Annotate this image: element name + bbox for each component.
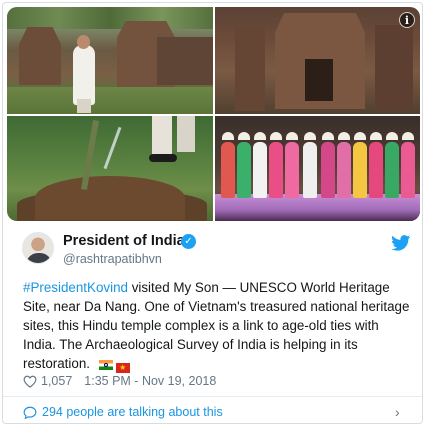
performer-hat [270, 132, 282, 140]
performer [269, 142, 283, 198]
temple-column [375, 25, 413, 111]
temple-facade-photo[interactable]: i [215, 7, 420, 114]
hashtag-link[interactable]: #PresidentKovind [23, 280, 128, 295]
performers-photo[interactable] [215, 116, 420, 221]
performer-hat [386, 132, 398, 140]
water-stream [103, 126, 122, 170]
author-handle[interactable]: @rashtrapatibhvn [63, 252, 162, 266]
verified-badge-icon: ✓ [181, 234, 196, 249]
performer-hat [304, 132, 316, 140]
tweet-card[interactable]: i President of India ✓ @rashtrapatibhvn … [2, 2, 423, 424]
performer [321, 142, 335, 198]
divider [3, 396, 422, 397]
performer-hat [402, 132, 414, 140]
avatar[interactable] [22, 232, 54, 264]
temple-ruins-photo[interactable] [7, 7, 213, 114]
performer-hat [254, 132, 266, 140]
speech-bubble-icon [23, 406, 37, 419]
person-leg [177, 116, 195, 152]
shoe [149, 154, 177, 162]
person-head [77, 35, 90, 49]
performer [285, 142, 299, 198]
performer [237, 142, 251, 198]
temple-column [235, 27, 265, 111]
performer [221, 142, 235, 198]
chevron-right-icon[interactable]: › [395, 404, 400, 420]
performer [401, 142, 415, 198]
flag-emojis: ★ [98, 355, 133, 374]
ruin [19, 27, 61, 85]
avatar-shoulders [26, 253, 52, 263]
tweet-text: #PresidentKovind visited My Son — UNESCO… [23, 278, 413, 374]
ground [7, 87, 213, 114]
twitter-bird-icon[interactable] [391, 235, 411, 251]
performer [385, 142, 399, 198]
performer-hat [238, 132, 250, 140]
person [73, 45, 95, 105]
stage-floor [215, 194, 420, 221]
flag-vietnam-icon: ★ [115, 362, 130, 373]
heart-icon[interactable] [23, 375, 37, 388]
author-name[interactable]: President of India [63, 233, 185, 249]
performer-hat [354, 132, 366, 140]
performer [369, 142, 383, 198]
trees [7, 7, 213, 29]
talking-link[interactable]: 294 people are talking about this [23, 405, 223, 419]
tweet-meta: 1,057 1:35 PM - Nov 19, 2018 [23, 374, 216, 388]
performer [303, 142, 317, 198]
performer-hat [370, 132, 382, 140]
temple-door [305, 59, 333, 101]
person-leg [152, 116, 172, 156]
flag-india-icon [98, 359, 113, 370]
person-legs [77, 99, 91, 113]
soil [35, 176, 185, 220]
timestamp[interactable]: 1:35 PM - Nov 19, 2018 [84, 374, 216, 388]
performer [353, 142, 367, 198]
performer [337, 142, 351, 198]
performer [253, 142, 267, 198]
ruin [157, 37, 213, 85]
talking-text[interactable]: 294 people are talking about this [42, 405, 223, 419]
like-count[interactable]: 1,057 [41, 374, 72, 388]
performer-hat [222, 132, 234, 140]
info-icon[interactable]: i [399, 12, 415, 28]
tree-planting-photo[interactable] [7, 116, 213, 221]
performer-hat [322, 132, 334, 140]
performer-hat [338, 132, 350, 140]
media-grid[interactable]: i [7, 7, 420, 221]
performer-hat [286, 132, 298, 140]
